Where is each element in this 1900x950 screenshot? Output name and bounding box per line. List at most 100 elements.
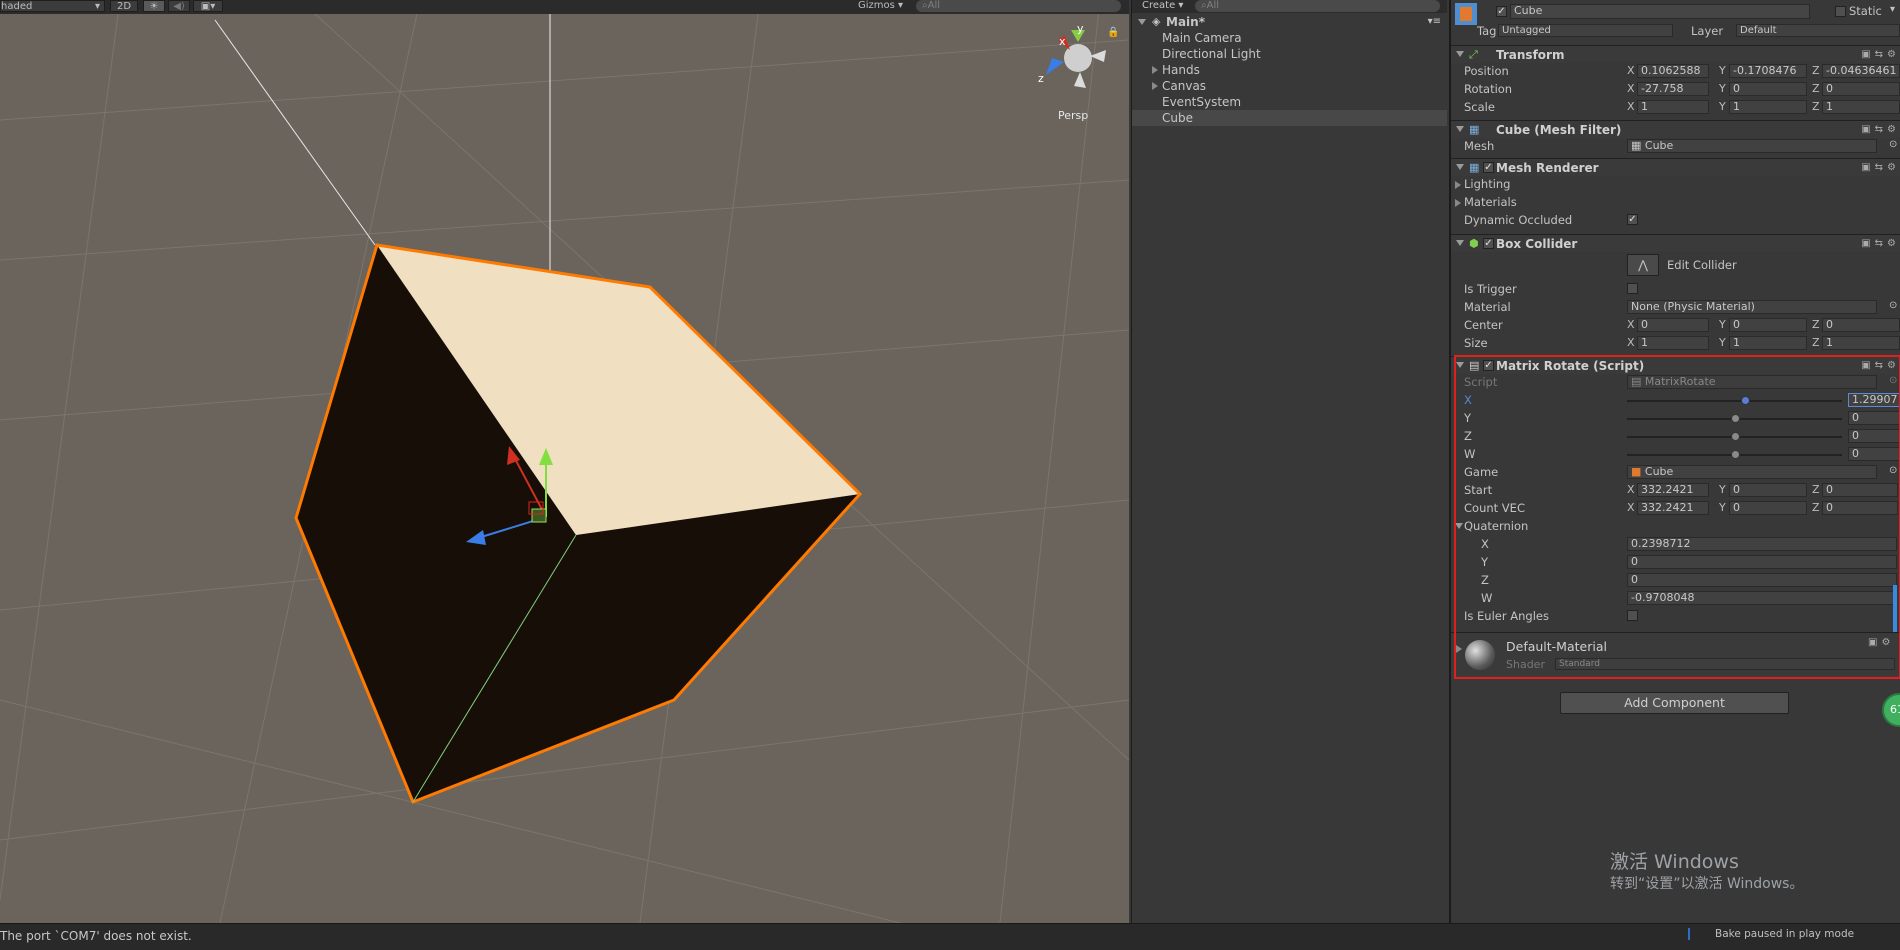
scene-canvas[interactable]: y x z Persp 🔒 — [0, 0, 1129, 923]
hierarchy-item-hands[interactable]: Hands — [1132, 62, 1447, 78]
layer-dropdown[interactable]: Default — [1736, 24, 1900, 37]
rotation-z-field[interactable]: 0 — [1822, 82, 1900, 96]
z-slider-knob[interactable] — [1730, 432, 1740, 441]
mesh-renderer-header[interactable]: ▦ ✓ Mesh Renderer ▣⇆⚙ — [1451, 158, 1900, 176]
edit-collider-button[interactable]: ⋀ — [1627, 254, 1659, 276]
lighting-toggle-icon[interactable]: ☀ — [143, 0, 165, 12]
add-component-button[interactable]: Add Component — [1560, 692, 1789, 714]
position-z-field[interactable]: -0.04636461 — [1822, 64, 1900, 78]
scale-y-field[interactable]: 1 — [1729, 100, 1807, 114]
tag-dropdown[interactable]: Untagged — [1498, 24, 1673, 37]
size-x-field[interactable]: 1 — [1637, 336, 1709, 350]
collapse-arrow-icon[interactable] — [1456, 240, 1464, 246]
hierarchy-search-input[interactable]: ⌕All — [1195, 0, 1440, 12]
scene-view[interactable]: y x z Persp 🔒 — [0, 0, 1129, 923]
collapse-arrow-icon[interactable] — [1455, 523, 1463, 529]
scene-search-input[interactable]: ⌕All — [916, 0, 1121, 12]
component-menu-icons[interactable]: ▣⇆⚙ — [1861, 49, 1900, 60]
expand-arrow-icon[interactable] — [1455, 181, 1461, 189]
audio-toggle-icon[interactable]: ◀) — [168, 0, 190, 12]
x-slider-track[interactable] — [1627, 400, 1842, 402]
notification-badge[interactable]: 61 — [1882, 693, 1900, 727]
center-z-field[interactable]: 0 — [1822, 318, 1900, 332]
expand-arrow-icon[interactable] — [1152, 82, 1158, 90]
component-menu-icons[interactable]: ▣⇆⚙ — [1861, 238, 1900, 249]
lighting-foldout[interactable]: Lighting — [1464, 177, 1510, 191]
scene-root-row[interactable]: ◈ Main* ▾≡ — [1132, 14, 1447, 30]
quaternion-w-field[interactable]: -0.9708048 — [1627, 591, 1897, 605]
is-trigger-checkbox[interactable] — [1627, 283, 1638, 294]
material-menu-icons[interactable]: ▣⚙ — [1868, 637, 1894, 648]
quaternion-y-field[interactable]: 0 — [1627, 555, 1897, 569]
start-y-field[interactable]: 0 — [1729, 483, 1807, 497]
is-euler-angles-checkbox[interactable] — [1627, 610, 1638, 621]
component-menu-icons[interactable]: ▣⇆⚙ — [1861, 360, 1900, 371]
position-x-field[interactable]: 0.1062588 — [1637, 64, 1709, 78]
component-menu-icons[interactable]: ▣⇆⚙ — [1861, 162, 1900, 173]
expand-arrow-icon[interactable] — [1138, 19, 1146, 25]
w-value-field[interactable]: 0 — [1848, 447, 1900, 461]
gizmos-dropdown[interactable]: Gizmos ▾ — [858, 0, 903, 12]
hierarchy-item-main-camera[interactable]: Main Camera — [1132, 30, 1447, 46]
box-collider-header[interactable]: ⬢ ✓ Box Collider ▣⇆⚙ — [1451, 234, 1900, 252]
expand-arrow-icon[interactable] — [1456, 645, 1462, 653]
y-slider-knob[interactable] — [1730, 414, 1740, 423]
x-slider-knob[interactable] — [1741, 396, 1751, 405]
shading-mode-dropdown[interactable]: haded ▾ — [0, 0, 105, 12]
w-slider-knob[interactable] — [1730, 450, 1740, 459]
scale-x-field[interactable]: 1 — [1637, 100, 1709, 114]
hierarchy-item-directional-light[interactable]: Directional Light — [1132, 46, 1447, 62]
quaternion-z-field[interactable]: 0 — [1627, 573, 1897, 587]
expand-arrow-icon[interactable] — [1455, 199, 1461, 207]
size-z-field[interactable]: 1 — [1822, 336, 1900, 350]
mesh-object-field[interactable]: ▦ Cube — [1627, 139, 1877, 153]
material-section[interactable]: Default-Material Shader Standard ▣⚙ — [1451, 632, 1900, 677]
rotation-y-field[interactable]: 0 — [1729, 82, 1807, 96]
static-checkbox[interactable] — [1835, 6, 1846, 17]
matrix-rotate-enabled-checkbox[interactable]: ✓ — [1483, 360, 1494, 371]
hierarchy-item-cube[interactable]: Cube — [1132, 110, 1447, 126]
transform-header[interactable]: ⤢ Transform ▣⇆⚙ — [1451, 45, 1900, 63]
object-picker-icon[interactable]: ⊙ — [1889, 465, 1897, 476]
z-value-field[interactable]: 0 — [1848, 429, 1900, 443]
collider-material-field[interactable]: None (Physic Material) — [1627, 300, 1877, 314]
center-y-field[interactable]: 0 — [1729, 318, 1807, 332]
game-object-field[interactable]: ■ Cube — [1627, 465, 1877, 479]
object-picker-icon[interactable]: ⊙ — [1889, 300, 1897, 311]
2d-toggle[interactable]: 2D — [110, 0, 138, 12]
start-z-field[interactable]: 0 — [1822, 483, 1898, 497]
quaternion-foldout[interactable]: Quaternion — [1464, 519, 1528, 533]
orientation-gizmo[interactable] — [1046, 30, 1106, 88]
status-message[interactable]: The port `COM7' does not exist. — [0, 929, 192, 943]
matrix-rotate-header[interactable]: ▤ ✓ Matrix Rotate (Script) ▣⇆⚙ — [1451, 356, 1900, 374]
create-dropdown[interactable]: Create ▾ — [1142, 0, 1183, 12]
mesh-renderer-enabled-checkbox[interactable]: ✓ — [1483, 162, 1494, 173]
collapse-arrow-icon[interactable] — [1456, 126, 1464, 132]
dynamic-occluded-checkbox[interactable]: ✓ — [1627, 214, 1638, 225]
quaternion-x-field[interactable]: 0.2398712 — [1627, 537, 1897, 551]
rotation-x-field[interactable]: -27.758 — [1637, 82, 1709, 96]
y-value-field[interactable]: 0 — [1848, 411, 1900, 425]
materials-foldout[interactable]: Materials — [1464, 195, 1517, 209]
component-menu-icons[interactable]: ▣⇆⚙ — [1861, 124, 1900, 135]
collapse-arrow-icon[interactable] — [1456, 164, 1464, 170]
active-checkbox[interactable]: ✓ — [1496, 6, 1507, 17]
hierarchy-item-canvas[interactable]: Canvas — [1132, 78, 1447, 94]
box-collider-enabled-checkbox[interactable]: ✓ — [1483, 238, 1494, 249]
center-x-field[interactable]: 0 — [1637, 318, 1709, 332]
object-name-field[interactable]: Cube — [1510, 4, 1810, 19]
start-x-field[interactable]: 332.2421 — [1637, 483, 1709, 497]
scene-menu-icon[interactable]: ▾≡ — [1428, 14, 1441, 30]
mesh-filter-header[interactable]: ▦ Cube (Mesh Filter) ▣⇆⚙ — [1451, 120, 1900, 138]
effects-toggle-icon[interactable]: ▣▾ — [193, 0, 223, 12]
collapse-arrow-icon[interactable] — [1456, 362, 1464, 368]
count-z-field[interactable]: 0 — [1822, 501, 1898, 515]
count-x-field[interactable]: 332.2421 — [1637, 501, 1709, 515]
size-y-field[interactable]: 1 — [1729, 336, 1807, 350]
hierarchy-item-eventsystem[interactable]: EventSystem — [1132, 94, 1447, 110]
chevron-down-icon[interactable]: ▾ — [1890, 4, 1895, 15]
scale-z-field[interactable]: 1 — [1822, 100, 1900, 114]
count-y-field[interactable]: 0 — [1729, 501, 1807, 515]
shader-dropdown[interactable]: Standard — [1555, 658, 1895, 670]
x-value-field[interactable]: 1.29907 — [1848, 393, 1900, 407]
